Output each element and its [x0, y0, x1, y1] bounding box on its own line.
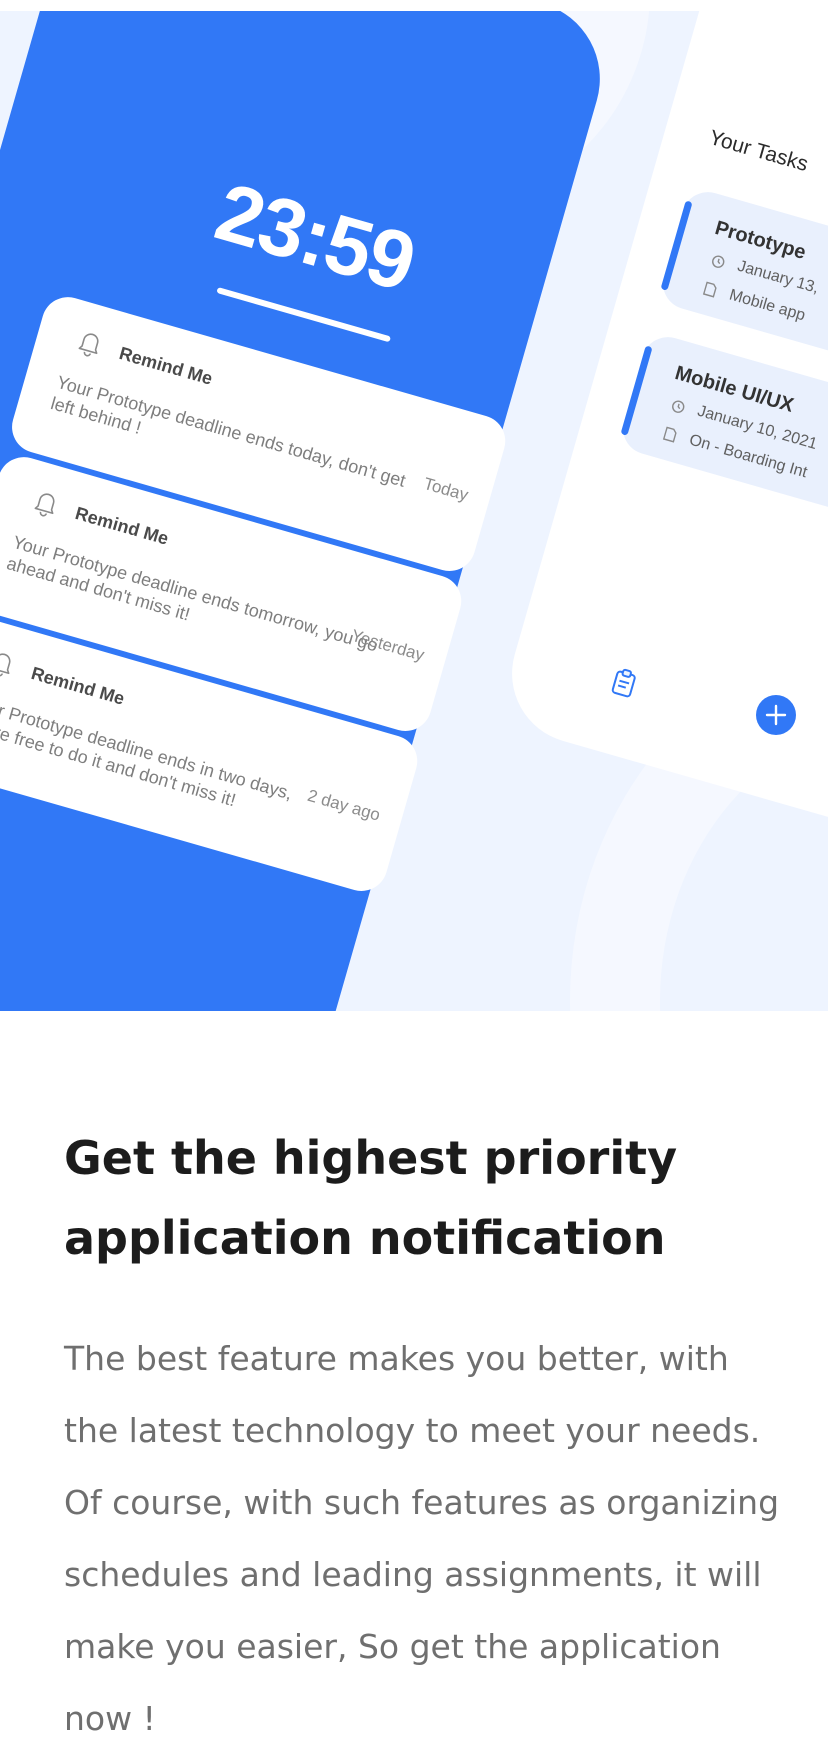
heading-line-2: application notification: [64, 1211, 666, 1265]
clipboard-icon[interactable]: [610, 667, 638, 699]
document-icon: [662, 426, 677, 443]
decorative-circle: [0, 11, 206, 14]
task-name: Mobile UI/UX: [672, 362, 797, 417]
alarm-clock-icon: [712, 255, 725, 268]
hero-illustration: Your Tasks Prototype January 13, Mobile …: [0, 11, 828, 1011]
reminder-title: Remind Me: [72, 502, 171, 549]
bell-icon: [0, 653, 11, 677]
reminder-time: Today: [421, 473, 471, 505]
reminder-title: Remind Me: [28, 662, 127, 709]
bell-icon: [34, 493, 55, 517]
reminder-title: Remind Me: [116, 342, 215, 389]
heading-line-1: Get the highest priority: [64, 1131, 678, 1185]
plus-icon: [765, 704, 787, 726]
add-task-button[interactable]: [756, 695, 796, 735]
bell-icon: [78, 333, 99, 357]
document-icon: [702, 281, 717, 298]
section-description: The best feature makes you better, with …: [64, 1339, 780, 1738]
section-heading: Get the highest priority application not…: [64, 1118, 784, 1278]
alarm-clock-icon: [672, 400, 685, 413]
